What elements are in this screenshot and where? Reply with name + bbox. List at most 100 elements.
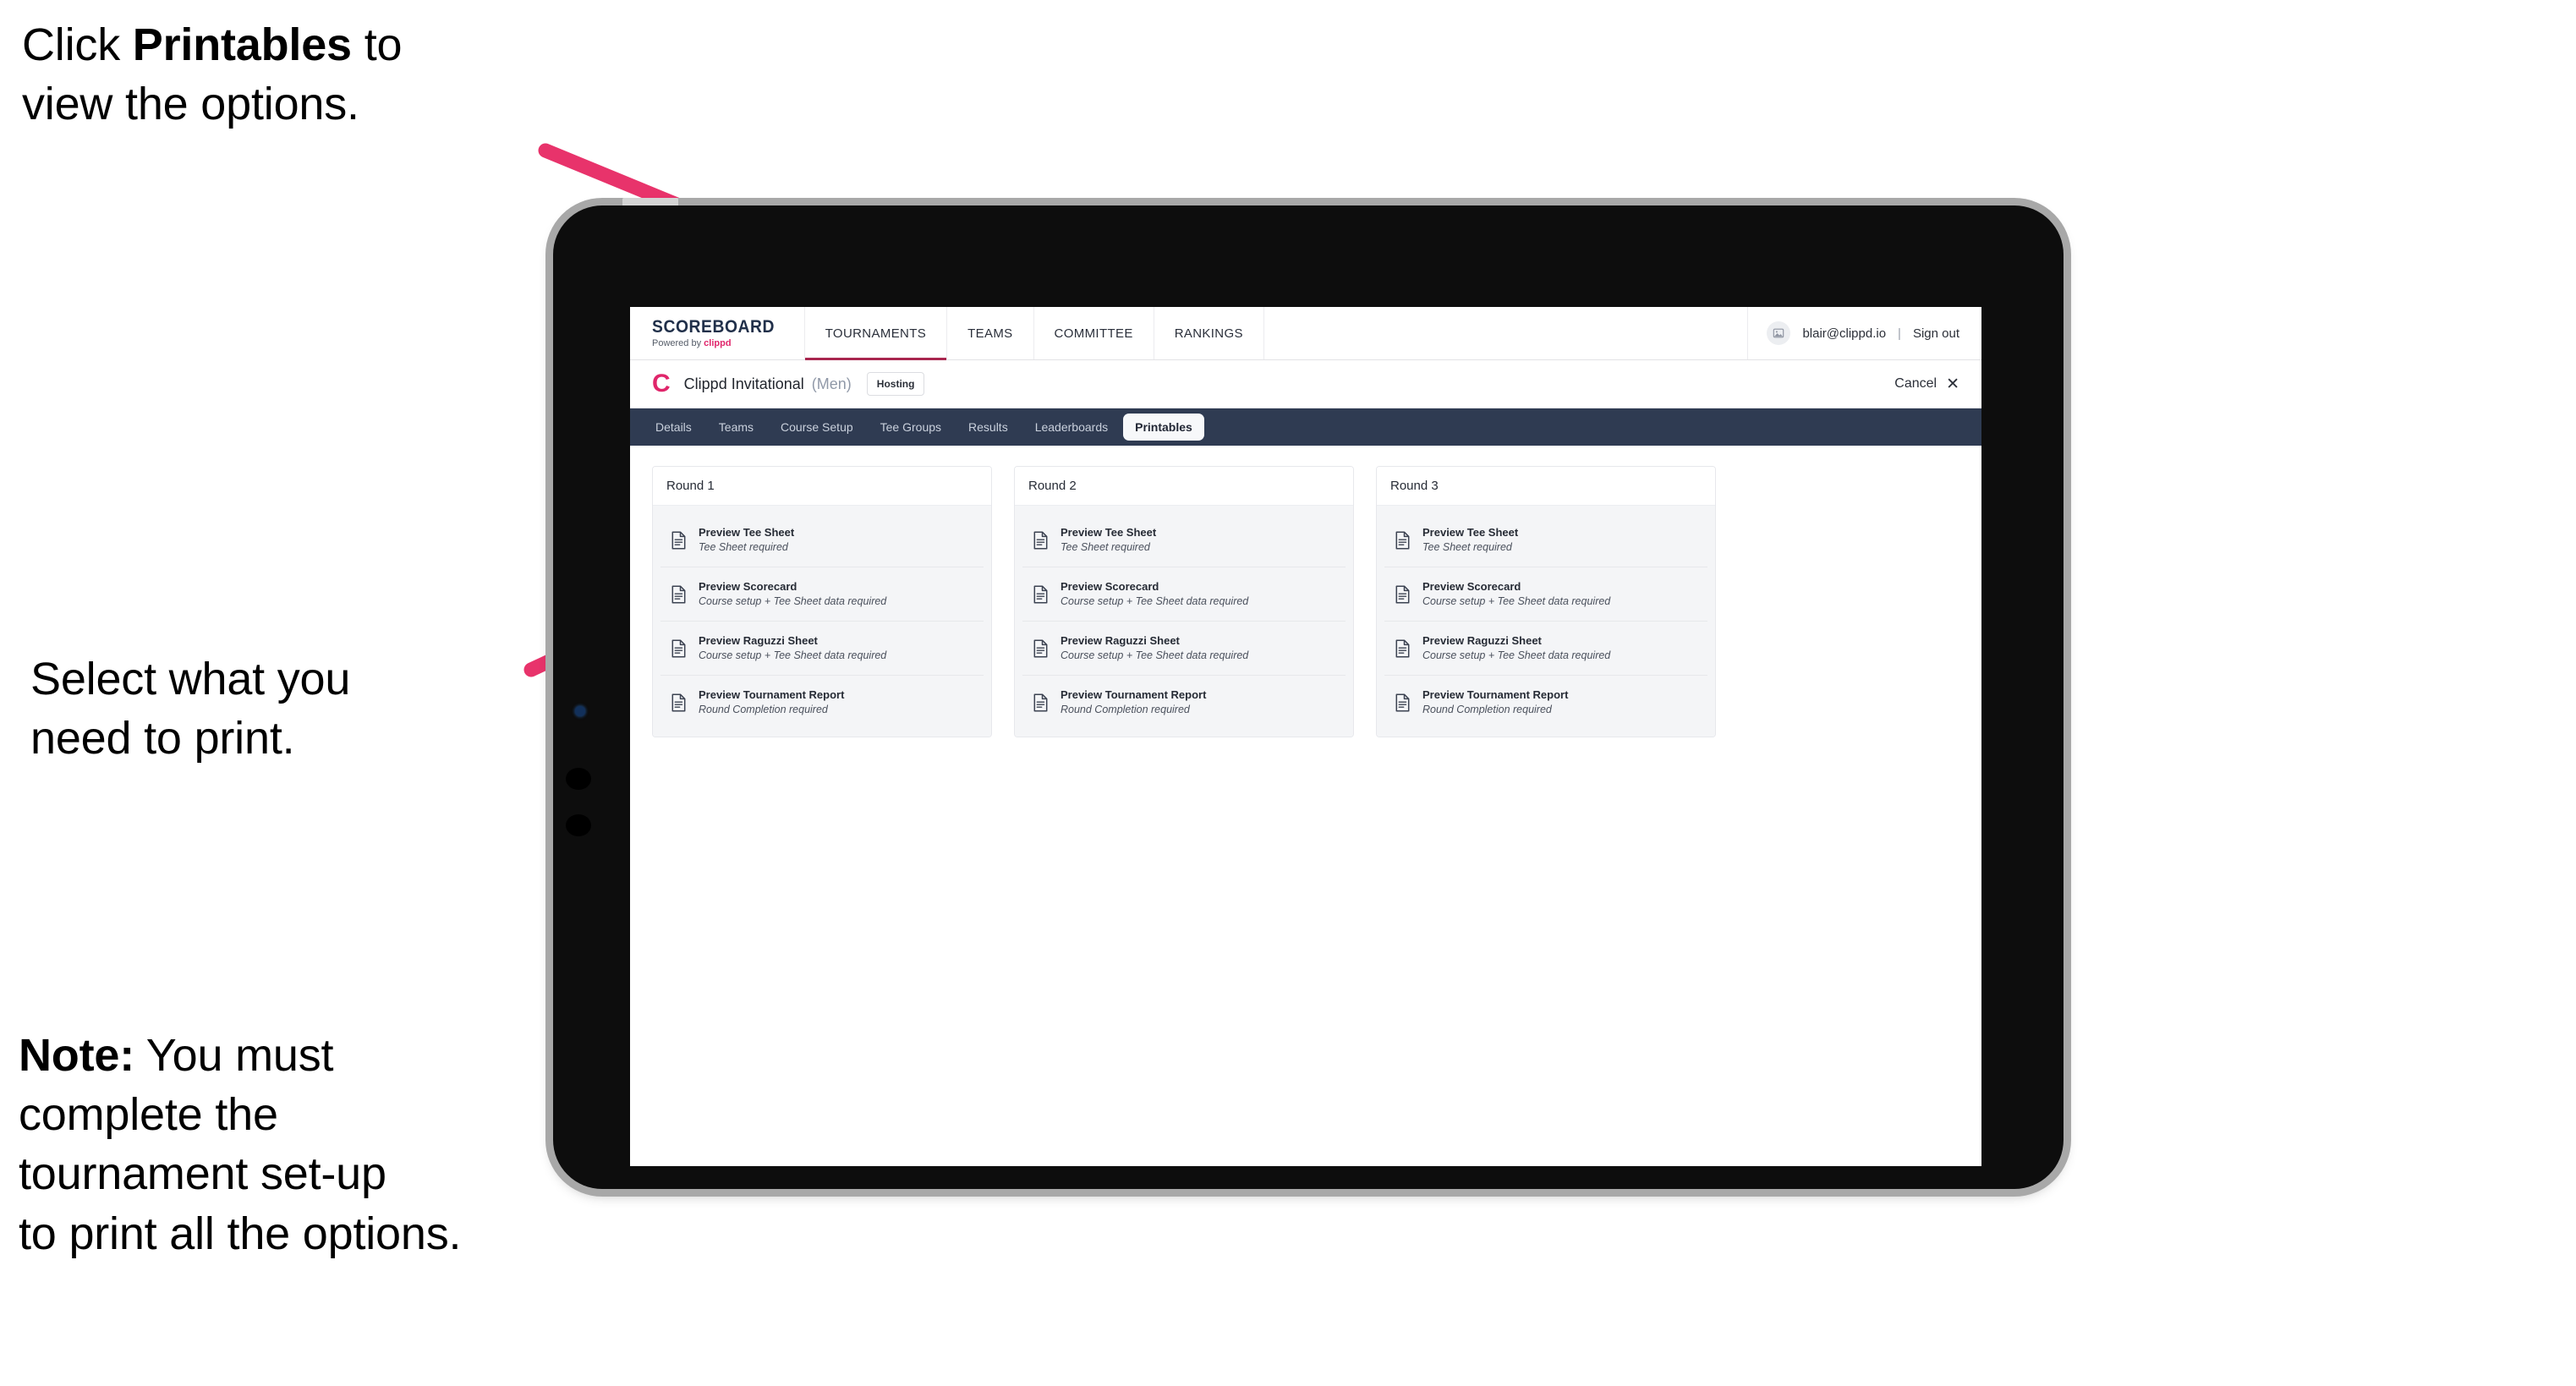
list-item-title: Preview Raguzzi Sheet xyxy=(699,634,818,648)
user-email: blair@clippd.io xyxy=(1802,326,1887,341)
list-item-title: Preview Tournament Report xyxy=(1061,688,1207,702)
brand-logo[interactable]: SCOREBOARD Powered by clippd xyxy=(630,307,805,359)
tab-leaderboards[interactable]: Leaderboards xyxy=(1023,414,1120,441)
section-tab-bar: Details Teams Course Setup Tee Groups Re… xyxy=(630,408,1981,446)
document-icon xyxy=(671,693,686,712)
document-icon xyxy=(1395,530,1410,550)
brand-subtitle: Powered by clippd xyxy=(652,339,786,348)
list-item[interactable]: Preview Tee Sheet Tee Sheet required xyxy=(660,513,984,568)
list-item-subtitle: Course setup + Tee Sheet data required xyxy=(1061,649,1249,661)
list-item[interactable]: Preview Tournament Report Round Completi… xyxy=(1022,676,1346,730)
list-item[interactable]: Preview Tee Sheet Tee Sheet required xyxy=(1384,513,1707,568)
list-item-text: Preview Raguzzi Sheet Course setup + Tee… xyxy=(699,633,886,663)
list-item-title: Preview Tournament Report xyxy=(699,688,845,702)
tablet-top-connector xyxy=(622,198,678,205)
printables-content: Round 1 Preview Tee Sheet Tee Sheet requ… xyxy=(630,446,1981,738)
list-item[interactable]: Preview Scorecard Course setup + Tee She… xyxy=(1022,567,1346,622)
top-bar-spacer xyxy=(1264,307,1749,359)
list-item[interactable]: Preview Tournament Report Round Completi… xyxy=(660,676,984,730)
list-item-title: Preview Tee Sheet xyxy=(1422,526,1519,539)
list-item-subtitle: Course setup + Tee Sheet data required xyxy=(699,649,887,661)
round-items: Preview Tee Sheet Tee Sheet required Pre… xyxy=(653,506,991,737)
list-item-text: Preview Raguzzi Sheet Course setup + Tee… xyxy=(1422,633,1610,663)
tab-tee-groups[interactable]: Tee Groups xyxy=(869,414,953,441)
list-item-subtitle: Tee Sheet required xyxy=(1061,540,1150,553)
list-item-text: Preview Tee Sheet Tee Sheet required xyxy=(1422,525,1518,555)
tab-course-setup[interactable]: Course Setup xyxy=(769,414,865,441)
list-item-text: Preview Tournament Report Round Completi… xyxy=(1422,688,1568,717)
list-item[interactable]: Preview Scorecard Course setup + Tee She… xyxy=(1384,567,1707,622)
tournament-header-bar: C Clippd Invitational (Men) Hosting Canc… xyxy=(630,360,1981,408)
brand-powered-prefix: Powered by xyxy=(652,338,704,348)
list-item-text: Preview Scorecard Course setup + Tee She… xyxy=(699,579,886,609)
user-image-icon xyxy=(1773,328,1784,338)
list-item-title: Preview Scorecard xyxy=(699,580,797,594)
close-x-icon: ✕ xyxy=(1946,375,1959,393)
document-icon xyxy=(671,639,686,658)
list-item-subtitle: Tee Sheet required xyxy=(699,540,788,553)
list-item-subtitle: Round Completion required xyxy=(699,703,828,715)
main-nav-item-committee[interactable]: COMMITTEE xyxy=(1034,307,1154,359)
tournament-gender: (Men) xyxy=(811,375,852,392)
list-item-text: Preview Tee Sheet Tee Sheet required xyxy=(1061,525,1156,555)
list-item-title: Preview Tee Sheet xyxy=(699,526,795,539)
tab-details[interactable]: Details xyxy=(644,414,704,441)
list-item-text: Preview Raguzzi Sheet Course setup + Tee… xyxy=(1061,633,1248,663)
document-icon xyxy=(1033,693,1048,712)
tablet-device-frame: SCOREBOARD Powered by clippd TOURNAMENTS… xyxy=(553,198,2064,1189)
tablet-volume-button-down[interactable] xyxy=(566,814,591,836)
list-item[interactable]: Preview Tournament Report Round Completi… xyxy=(1384,676,1707,730)
cancel-label: Cancel xyxy=(1894,376,1937,391)
tab-results[interactable]: Results xyxy=(956,414,1020,441)
list-item-subtitle: Round Completion required xyxy=(1422,703,1552,715)
list-item-title: Preview Raguzzi Sheet xyxy=(1422,634,1542,648)
document-icon xyxy=(1395,585,1410,604)
list-item[interactable]: Preview Scorecard Course setup + Tee She… xyxy=(660,567,984,622)
list-item-title: Preview Tee Sheet xyxy=(1061,526,1157,539)
list-item-title: Preview Raguzzi Sheet xyxy=(1061,634,1180,648)
list-item-text: Preview Tournament Report Round Completi… xyxy=(699,688,844,717)
list-item[interactable]: Preview Raguzzi Sheet Course setup + Tee… xyxy=(1022,622,1346,677)
annotation-click-printables: Click Printables to view the options. xyxy=(22,19,403,130)
main-nav-item-rankings[interactable]: RANKINGS xyxy=(1154,307,1264,359)
list-item[interactable]: Preview Raguzzi Sheet Course setup + Tee… xyxy=(660,622,984,677)
document-icon xyxy=(1033,639,1048,658)
document-icon xyxy=(1395,693,1410,712)
tab-teams[interactable]: Teams xyxy=(707,414,765,441)
user-separator: | xyxy=(1898,326,1901,341)
list-item-title: Preview Scorecard xyxy=(1422,580,1521,594)
list-item-subtitle: Course setup + Tee Sheet data required xyxy=(1422,594,1611,607)
round-column: Round 3 Preview Tee Sheet Tee Sheet requ… xyxy=(1376,466,1716,738)
list-item-subtitle: Tee Sheet required xyxy=(1422,540,1512,553)
round-title: Round 1 xyxy=(653,467,991,506)
list-item-subtitle: Course setup + Tee Sheet data required xyxy=(1422,649,1611,661)
brand-powered-name: clippd xyxy=(704,338,732,348)
main-nav-item-tournaments[interactable]: TOURNAMENTS xyxy=(804,307,948,360)
tab-printables[interactable]: Printables xyxy=(1123,414,1204,441)
main-nav-item-teams[interactable]: TEAMS xyxy=(947,307,1034,359)
hosting-badge[interactable]: Hosting xyxy=(866,372,925,396)
brand-title: SCOREBOARD xyxy=(652,317,776,337)
sign-out-button[interactable]: Sign out xyxy=(1913,326,1959,341)
list-item-subtitle: Course setup + Tee Sheet data required xyxy=(1061,594,1249,607)
list-item[interactable]: Preview Raguzzi Sheet Course setup + Tee… xyxy=(1384,622,1707,677)
round-items: Preview Tee Sheet Tee Sheet required Pre… xyxy=(1015,506,1353,737)
list-item-title: Preview Tournament Report xyxy=(1422,688,1569,702)
avatar[interactable] xyxy=(1767,321,1791,345)
document-icon xyxy=(1033,530,1048,550)
round-title: Round 2 xyxy=(1015,467,1353,506)
list-item-text: Preview Scorecard Course setup + Tee She… xyxy=(1422,579,1610,609)
document-icon xyxy=(1395,639,1410,658)
cancel-button[interactable]: Cancel ✕ xyxy=(1894,376,1959,392)
list-item-title: Preview Scorecard xyxy=(1061,580,1159,594)
list-item-subtitle: Course setup + Tee Sheet data required xyxy=(699,594,887,607)
app-top-bar: SCOREBOARD Powered by clippd TOURNAMENTS… xyxy=(630,307,1981,360)
tablet-volume-button-up[interactable] xyxy=(566,768,591,790)
list-item[interactable]: Preview Tee Sheet Tee Sheet required xyxy=(1022,513,1346,568)
list-item-text: Preview Tee Sheet Tee Sheet required xyxy=(699,525,794,555)
round-title: Round 3 xyxy=(1377,467,1715,506)
main-navigation: TOURNAMENTS TEAMS COMMITTEE RANKINGS xyxy=(804,307,1264,360)
round-items: Preview Tee Sheet Tee Sheet required Pre… xyxy=(1377,506,1715,737)
list-item-text: Preview Tournament Report Round Completi… xyxy=(1061,688,1206,717)
app-screen: SCOREBOARD Powered by clippd TOURNAMENTS… xyxy=(630,307,1981,1166)
